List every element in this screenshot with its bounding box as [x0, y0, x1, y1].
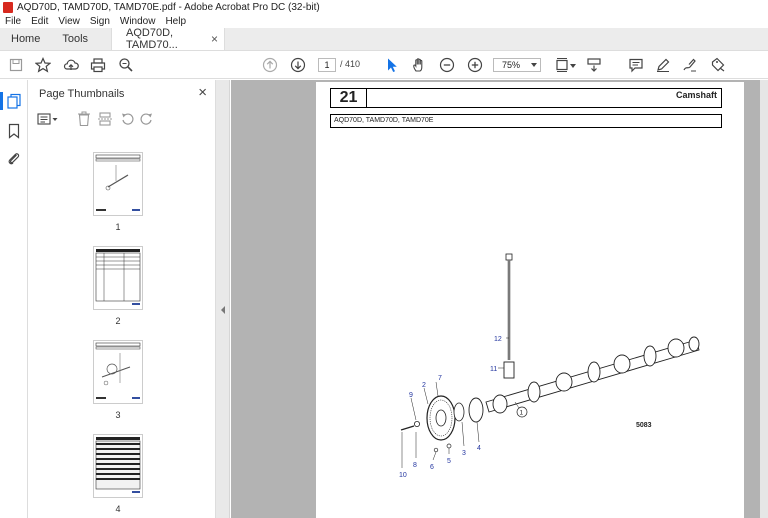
thumbnail-page-4[interactable] [93, 434, 143, 498]
comment-icon[interactable] [627, 56, 645, 74]
thumbnail-label: 3 [115, 410, 121, 420]
previous-page-icon[interactable] [261, 56, 279, 74]
fit-page-icon[interactable] [553, 56, 571, 74]
cloud-upload-icon[interactable] [62, 56, 80, 74]
rotate-counterclockwise-icon[interactable] [119, 111, 135, 130]
title-bar: AQD70D, TAMD70D, TAMD70E.pdf - Adobe Acr… [0, 0, 768, 14]
callout-5: 5 [447, 458, 451, 465]
menu-view[interactable]: View [58, 16, 80, 27]
callout-1: 1 [520, 410, 524, 417]
zoom-level-value: 75% [502, 60, 521, 70]
camshaft-shape [485, 336, 700, 414]
callout-12: 12 [494, 336, 502, 343]
bookmark-star-icon[interactable] [34, 56, 52, 74]
rotate-clockwise-icon[interactable] [139, 111, 155, 130]
zoom-in-icon[interactable] [466, 56, 484, 74]
menu-window[interactable]: Window [120, 16, 156, 27]
panel-toolbar [37, 110, 207, 130]
tab-document[interactable]: AQD70D, TAMD70... × [111, 27, 226, 51]
zoom-level-select[interactable]: 75% [493, 58, 541, 72]
panel-title: Page Thumbnails [39, 88, 125, 100]
models-box: AQD70D, TAMD70D, TAMD70E [330, 114, 722, 128]
callout-11: 11 [490, 366, 497, 373]
thumbnail-label: 1 [115, 222, 121, 232]
thumbnail-label: 4 [115, 504, 121, 514]
window-title: AQD70D, TAMD70D, TAMD70E.pdf - Adobe Acr… [17, 1, 320, 13]
page-thumbnails-icon[interactable] [6, 93, 22, 112]
camshaft-exploded-diagram: 12 11 7 2 9 8 10 6 5 3 4 1 5083 [316, 232, 744, 518]
next-page-icon[interactable] [289, 56, 307, 74]
chevron-down-icon [531, 63, 537, 67]
panel-close-icon[interactable]: × [198, 84, 207, 101]
tab-close-icon[interactable]: × [211, 32, 218, 46]
left-navigation-rail [0, 80, 28, 518]
menu-sign[interactable]: Sign [90, 16, 110, 27]
print-icon[interactable] [89, 56, 107, 74]
section-number: 21 [331, 89, 367, 107]
zoom-out-icon[interactable] [438, 56, 456, 74]
callout-4: 4 [477, 445, 481, 452]
main-toolbar: 1 / 410 75% [0, 51, 768, 79]
callout-6: 6 [430, 464, 434, 471]
thumbnail-label: 2 [115, 316, 121, 326]
thumbnail-options-icon[interactable] [37, 112, 59, 129]
callout-8: 8 [413, 462, 417, 469]
callout-2: 2 [422, 382, 426, 389]
callout-7: 7 [438, 375, 442, 382]
zoom-search-icon[interactable] [117, 56, 135, 74]
extract-pages-icon[interactable] [97, 111, 113, 130]
save-icon[interactable] [7, 56, 25, 74]
tab-home[interactable]: Home [0, 28, 51, 50]
tab-tools[interactable]: Tools [51, 28, 99, 50]
page-total-label: / 410 [340, 59, 361, 69]
delete-trash-icon[interactable] [77, 111, 91, 130]
pdf-page: 21 Camshaft AQD70D, TAMD70D, TAMD70E 12 … [316, 82, 744, 518]
menu-file[interactable]: File [5, 16, 21, 27]
callout-10: 10 [399, 472, 407, 479]
thumbnail-page-1[interactable] [93, 152, 143, 216]
hand-tool-icon[interactable] [410, 56, 428, 74]
attachments-paperclip-icon[interactable] [7, 151, 21, 170]
callout-3: 3 [462, 450, 466, 457]
document-viewer[interactable]: 21 Camshaft AQD70D, TAMD70D, TAMD70E 12 … [231, 80, 768, 518]
highlight-pen-icon[interactable] [654, 56, 672, 74]
acrobat-app-icon [3, 1, 13, 13]
thumbnail-list: 1 2 3 4 [29, 140, 216, 518]
select-cursor-icon[interactable] [383, 56, 401, 74]
sign-pen-icon[interactable] [681, 56, 699, 74]
collapse-arrow-icon[interactable] [221, 306, 225, 314]
panel-splitter[interactable] [216, 80, 230, 518]
menu-edit[interactable]: Edit [31, 16, 48, 27]
callout-9: 9 [409, 392, 413, 399]
tab-document-label: AQD70D, TAMD70... [126, 27, 178, 51]
menu-help[interactable]: Help [165, 16, 186, 27]
menu-bar: File Edit View Sign Window Help [0, 14, 768, 28]
thumbnail-page-2[interactable] [93, 246, 143, 310]
fit-page-dropdown-icon[interactable] [570, 64, 576, 68]
section-title: Camshaft [675, 90, 717, 100]
thumbnail-page-3[interactable] [93, 340, 143, 404]
scroll-mode-icon[interactable] [585, 56, 603, 74]
page-thumbnails-panel: Page Thumbnails × 1 2 3 4 [29, 80, 240, 518]
models-text: AQD70D, TAMD70D, TAMD70E [334, 117, 434, 124]
camshaft-gear-shape [426, 395, 465, 441]
page-number-input[interactable]: 1 [318, 58, 336, 72]
more-tools-icon[interactable] [709, 56, 727, 74]
bookmarks-icon[interactable] [7, 123, 21, 142]
tab-bar: Home Tools AQD70D, TAMD70... × [0, 27, 768, 51]
figure-code: 5083 [636, 422, 652, 429]
viewer-scrollbar[interactable] [760, 80, 768, 518]
active-rail-indicator [0, 92, 3, 110]
section-header: 21 Camshaft [330, 88, 722, 108]
